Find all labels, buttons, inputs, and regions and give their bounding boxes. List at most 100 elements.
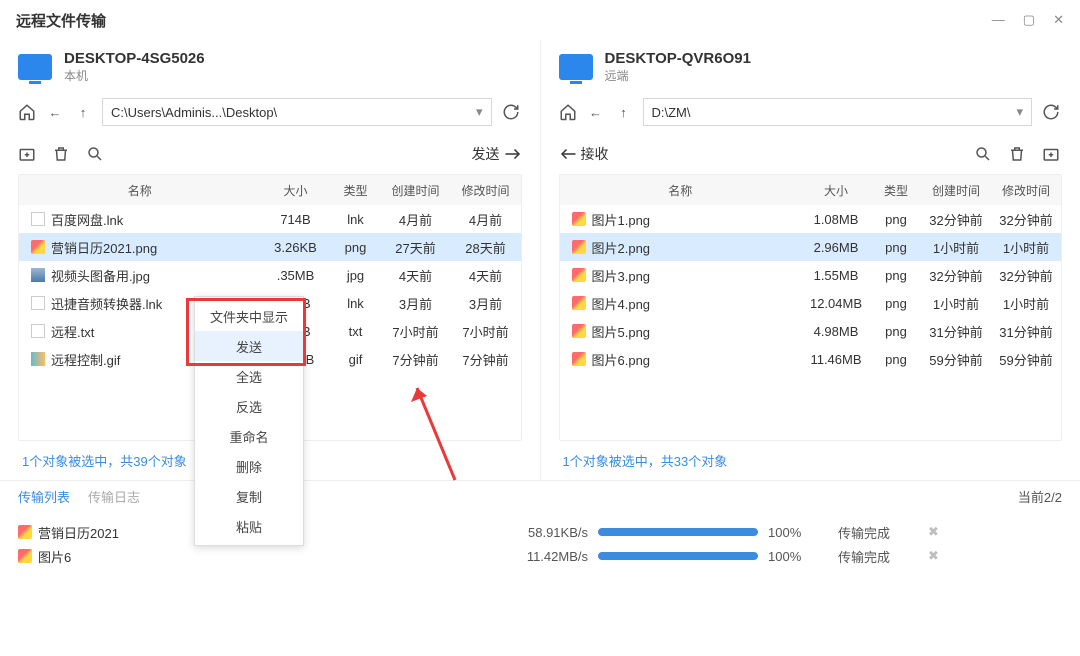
context-menu-item[interactable]: 发送 — [195, 331, 303, 361]
col-size[interactable]: 大小 — [801, 182, 871, 199]
table-row[interactable]: 图片3.png1.55MBpng32分钟前32分钟前 — [560, 261, 1062, 289]
back-icon[interactable]: ← — [46, 103, 64, 121]
local-host-row: DESKTOP-4SG5026 本机 — [18, 40, 522, 98]
maximize-icon[interactable]: ▢ — [1023, 12, 1035, 28]
transfer-speed: 11.42MB/s — [328, 549, 588, 564]
cancel-icon[interactable]: ✖ — [928, 524, 939, 540]
chevron-down-icon[interactable]: ▾ — [476, 104, 483, 120]
window-title: 远程文件传输 — [16, 10, 106, 31]
new-folder-icon[interactable] — [18, 145, 38, 163]
home-icon[interactable] — [18, 103, 36, 121]
tab-transfer-list[interactable]: 传输列表 — [18, 487, 70, 506]
transfer-list: 营销日历202158.91KB/s100%传输完成✖图片611.42MB/s10… — [0, 512, 1080, 576]
col-type[interactable]: 类型 — [331, 182, 381, 199]
file-size: 11.46MB — [801, 352, 871, 367]
context-menu-item[interactable]: 复制 — [195, 481, 303, 511]
local-nav: ← ↑ C:\Users\Adminis...\Desktop\ ▾ — [18, 98, 522, 126]
table-row[interactable]: 营销日历2021.png3.26KBpng27天前28天前 — [19, 233, 521, 261]
context-menu-item[interactable]: 全选 — [195, 361, 303, 391]
file-type: png — [871, 212, 921, 227]
refresh-icon[interactable] — [502, 103, 522, 121]
file-type: lnk — [331, 296, 381, 311]
send-button[interactable]: 发送 — [472, 144, 522, 164]
col-name[interactable]: 名称 — [19, 182, 261, 199]
monitor-icon — [559, 54, 593, 80]
file-type: png — [331, 240, 381, 255]
transfer-status: 传输完成 — [838, 523, 918, 542]
table-row[interactable]: 图片4.png12.04MBpng1小时前1小时前 — [560, 289, 1062, 317]
file-mtime: 7分钟前 — [451, 350, 521, 369]
file-type: png — [871, 268, 921, 283]
up-icon[interactable]: ↑ — [74, 103, 92, 121]
transfer-counter: 当前2/2 — [1018, 487, 1062, 506]
context-menu-item[interactable]: 文件夹中显示 — [195, 301, 303, 331]
file-mtime: 3月前 — [451, 294, 521, 313]
search-icon[interactable] — [86, 145, 106, 163]
context-menu-item[interactable]: 反选 — [195, 391, 303, 421]
context-menu-item[interactable]: 删除 — [195, 451, 303, 481]
delete-icon[interactable] — [52, 145, 72, 163]
file-icon — [572, 240, 586, 254]
file-mtime: 1小时前 — [991, 294, 1061, 313]
col-ctime[interactable]: 创建时间 — [381, 182, 451, 199]
receive-button[interactable]: 接收 — [559, 144, 609, 164]
table-row[interactable]: 图片5.png4.98MBpng31分钟前31分钟前 — [560, 317, 1062, 345]
file-mtime: 32分钟前 — [991, 210, 1061, 229]
remote-path-input[interactable]: D:\ZM\ ▾ — [643, 98, 1033, 126]
file-ctime: 7分钟前 — [381, 350, 451, 369]
file-icon — [18, 549, 32, 563]
remote-nav: ← ↑ D:\ZM\ ▾ — [559, 98, 1063, 126]
col-mtime[interactable]: 修改时间 — [991, 182, 1061, 199]
table-row[interactable]: 图片1.png1.08MBpng32分钟前32分钟前 — [560, 205, 1062, 233]
back-icon[interactable]: ← — [587, 103, 605, 121]
transfer-percent: 100% — [768, 549, 828, 564]
file-ctime: 31分钟前 — [921, 322, 991, 341]
chevron-down-icon[interactable]: ▾ — [1016, 104, 1023, 120]
col-type[interactable]: 类型 — [871, 182, 921, 199]
file-icon — [572, 212, 586, 226]
tab-transfer-log[interactable]: 传输日志 — [88, 487, 140, 506]
table-row[interactable]: 图片6.png11.46MBpng59分钟前59分钟前 — [560, 345, 1062, 373]
file-name: 百度网盘.lnk — [51, 210, 123, 229]
transfer-speed: 58.91KB/s — [328, 525, 588, 540]
local-path-input[interactable]: C:\Users\Adminis...\Desktop\ ▾ — [102, 98, 492, 126]
context-menu-item[interactable]: 粘贴 — [195, 511, 303, 541]
col-ctime[interactable]: 创建时间 — [921, 182, 991, 199]
close-icon[interactable]: ✕ — [1053, 12, 1064, 28]
refresh-icon[interactable] — [1042, 103, 1062, 121]
file-icon — [31, 268, 45, 282]
file-type: png — [871, 324, 921, 339]
col-size[interactable]: 大小 — [261, 182, 331, 199]
remote-table-head: 名称 大小 类型 创建时间 修改时间 — [560, 175, 1062, 205]
file-ctime: 4天前 — [381, 266, 451, 285]
delete-icon[interactable] — [1008, 145, 1028, 163]
remote-table-body: 图片1.png1.08MBpng32分钟前32分钟前图片2.png2.96MBp… — [560, 205, 1062, 440]
col-mtime[interactable]: 修改时间 — [451, 182, 521, 199]
file-icon — [18, 525, 32, 539]
file-size: 4.98MB — [801, 324, 871, 339]
remote-host-sub: 远端 — [605, 67, 751, 84]
table-row[interactable]: 图片2.png2.96MBpng1小时前1小时前 — [560, 233, 1062, 261]
file-name: 迅捷音频转换器.lnk — [51, 294, 162, 313]
home-icon[interactable] — [559, 103, 577, 121]
context-menu-item[interactable]: 重命名 — [195, 421, 303, 451]
file-mtime: 1小时前 — [991, 238, 1061, 257]
table-row[interactable]: 视频头图备用.jpg.35MBjpg4天前4天前 — [19, 261, 521, 289]
new-folder-icon[interactable] — [1042, 145, 1062, 163]
local-path-text: C:\Users\Adminis...\Desktop\ — [111, 105, 277, 120]
cancel-icon[interactable]: ✖ — [928, 548, 939, 564]
up-icon[interactable]: ↑ — [615, 103, 633, 121]
table-row[interactable]: 百度网盘.lnk714Blnk4月前4月前 — [19, 205, 521, 233]
minimize-icon[interactable]: — — [992, 12, 1005, 28]
file-mtime: 31分钟前 — [991, 322, 1061, 341]
panels: DESKTOP-4SG5026 本机 ← ↑ C:\Users\Adminis.… — [0, 40, 1080, 480]
file-ctime: 27天前 — [381, 238, 451, 257]
file-ctime: 3月前 — [381, 294, 451, 313]
file-type: jpg — [331, 268, 381, 283]
col-name[interactable]: 名称 — [560, 182, 802, 199]
file-size: 2.96MB — [801, 240, 871, 255]
send-label: 发送 — [472, 144, 500, 164]
progress-bar — [598, 552, 758, 560]
file-icon — [572, 324, 586, 338]
search-icon[interactable] — [974, 145, 994, 163]
